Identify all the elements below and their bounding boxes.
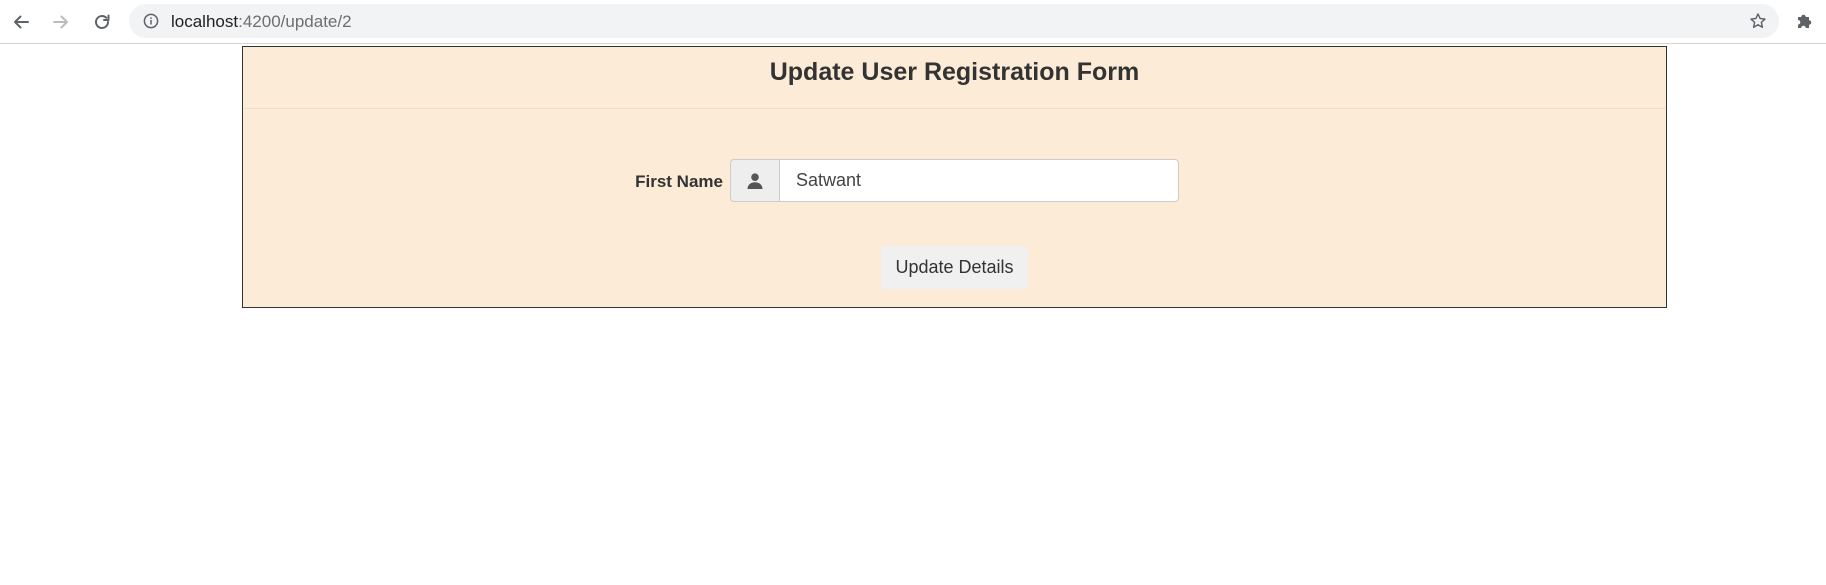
panel-header: Update User Registration Form [243, 47, 1666, 109]
forward-button[interactable] [47, 8, 75, 36]
page-title: Update User Registration Form [769, 58, 1140, 86]
star-icon[interactable] [1749, 12, 1767, 30]
puzzle-icon[interactable] [1795, 11, 1815, 31]
url-path: :4200/update/2 [238, 12, 352, 31]
url-host: localhost [171, 12, 239, 31]
browser-toolbar: localhost:4200/update/2 [0, 0, 1826, 44]
update-details-button[interactable]: Update Details [881, 246, 1028, 289]
address-bar[interactable]: localhost:4200/update/2 [129, 4, 1779, 38]
user-icon-addon [730, 159, 779, 202]
first-name-input[interactable] [779, 159, 1179, 202]
arrow-left-icon [14, 15, 29, 29]
back-button[interactable] [7, 8, 35, 36]
reload-button[interactable] [88, 8, 116, 36]
reload-icon [95, 14, 110, 29]
arrow-right-icon [53, 15, 68, 29]
update-form-panel: Update User Registration Form First Name… [242, 46, 1667, 308]
user-icon [747, 172, 763, 189]
first-name-input-group [730, 159, 1179, 202]
info-icon[interactable] [143, 13, 159, 29]
first-name-label: First Name [635, 172, 723, 191]
url-text[interactable]: localhost:4200/update/2 [171, 12, 352, 31]
